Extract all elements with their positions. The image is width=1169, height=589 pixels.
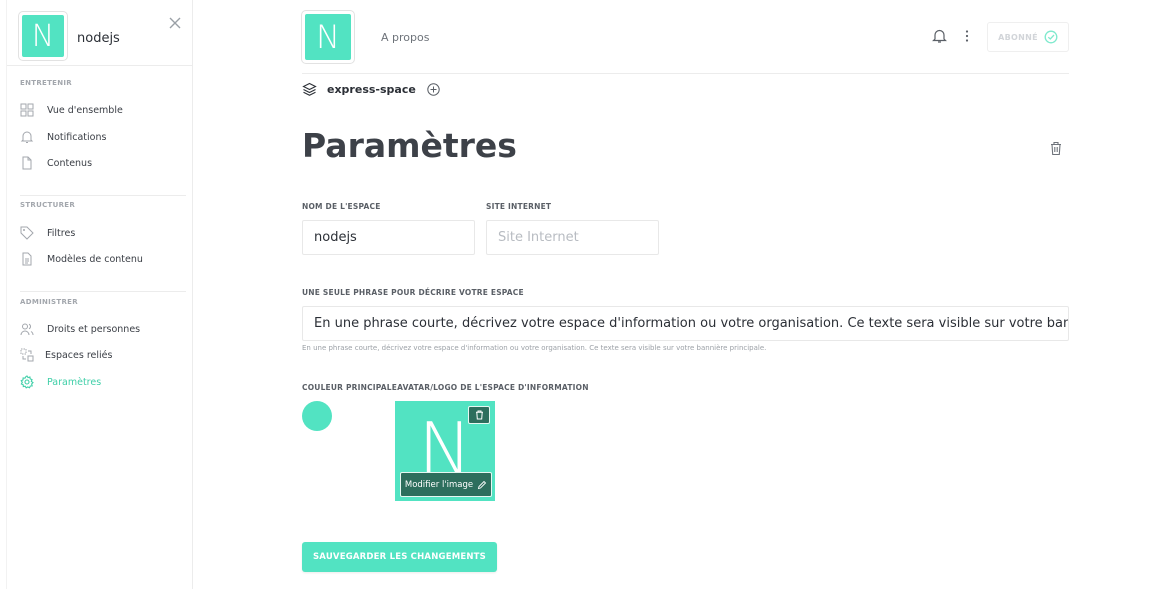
sidebar-item-contents[interactable]: Contenus [20, 154, 92, 172]
trash-icon[interactable] [1049, 141, 1063, 156]
about-link[interactable]: A propos [381, 31, 429, 44]
bell-icon[interactable] [932, 28, 947, 44]
pencil-icon [478, 480, 487, 489]
close-icon[interactable] [168, 16, 182, 30]
sidebar-item-label: Filtres [47, 227, 76, 239]
file-icon [22, 156, 32, 170]
website-label: SITE INTERNET [486, 202, 552, 211]
layers-icon [302, 82, 317, 96]
section-title-structurer: STRUCTURER [20, 201, 76, 209]
section-title-entretenir: ENTRETENIR [20, 79, 72, 87]
website-input[interactable]: Site Internet [486, 220, 659, 255]
more-options-icon[interactable] [962, 29, 972, 43]
space-name[interactable]: express-space [327, 83, 416, 96]
sidebar-item-linked-spaces[interactable]: Espaces reliés [20, 346, 112, 364]
linked-spaces-icon [20, 348, 34, 362]
description-label: UNE SEULE PHRASE POUR DÉCRIRE VOTRE ESPA… [302, 288, 524, 297]
tag-icon [20, 226, 34, 240]
header-divider [302, 73, 1069, 74]
sidebar-item-notifications[interactable]: Notifications [20, 128, 106, 146]
section-title-administrer: ADMINISTRER [20, 298, 78, 306]
sidebar-item-rights-people[interactable]: Droits et personnes [20, 320, 140, 338]
modify-image-button[interactable]: Modifier l'image [400, 472, 492, 497]
trash-icon [475, 410, 483, 420]
space-logo-letter: N [22, 15, 64, 57]
modify-image-label: Modifier l'image [404, 479, 474, 490]
sidebar-header: N nodejs [7, 0, 192, 66]
add-circle-icon[interactable] [427, 83, 440, 96]
template-icon [22, 252, 32, 266]
sidebar-item-overview[interactable]: Vue d'ensemble [20, 101, 123, 119]
sidebar-divider [20, 291, 186, 292]
sidebar-item-label: Contenus [47, 157, 93, 169]
space-avatar-image: N Modifier l'image [395, 401, 495, 501]
description-input[interactable]: En une phrase courte, décrivez votre esp… [302, 306, 1069, 341]
sidebar-space-title: nodejs [77, 31, 120, 46]
users-icon [20, 323, 34, 336]
sidebar-item-label: Espaces reliés [45, 349, 113, 361]
description-helper-text: En une phrase courte, décrivez votre esp… [302, 344, 767, 352]
header-space-logo[interactable]: N [301, 10, 355, 64]
check-circle-icon [1044, 30, 1058, 44]
bell-icon [20, 131, 34, 143]
delete-avatar-button[interactable] [468, 406, 490, 424]
header-logo-letter: N [305, 14, 351, 60]
sidebar-item-label: Droits et personnes [47, 323, 141, 335]
sidebar-divider [20, 195, 186, 196]
sidebar-item-label: Modèles de contenu [47, 253, 143, 265]
space-name-label: NOM DE L'ESPACE [302, 202, 381, 211]
sidebar-item-filters[interactable]: Filtres [20, 224, 75, 242]
color-avatar-label: COULEUR PRINCIPALEAVATAR/LOGO DE L'ESPAC… [302, 383, 589, 392]
sidebar-item-label: Notifications [47, 131, 107, 143]
space-logo[interactable]: N [18, 11, 68, 61]
space-breadcrumb: express-space [302, 82, 440, 97]
subscribed-button[interactable]: ABONNÉ [987, 22, 1069, 52]
sidebar: N nodejs ENTRETENIR Vue d'ensemble Notif… [6, 0, 193, 589]
subscribed-label: ABONNÉ [998, 32, 1038, 42]
sidebar-item-settings[interactable]: Paramètres [20, 373, 101, 391]
sidebar-item-label: Paramètres [47, 376, 102, 388]
gear-icon [20, 375, 34, 389]
save-changes-button[interactable]: SAUVEGARDER LES CHANGEMENTS [302, 542, 497, 572]
sidebar-item-label: Vue d'ensemble [47, 104, 123, 116]
sidebar-item-templates[interactable]: Modèles de contenu [20, 250, 143, 268]
primary-color-swatch[interactable] [302, 401, 332, 431]
grid-icon [20, 103, 34, 117]
page-title: Paramètres [302, 126, 517, 165]
space-name-input[interactable]: nodejs [302, 220, 475, 255]
